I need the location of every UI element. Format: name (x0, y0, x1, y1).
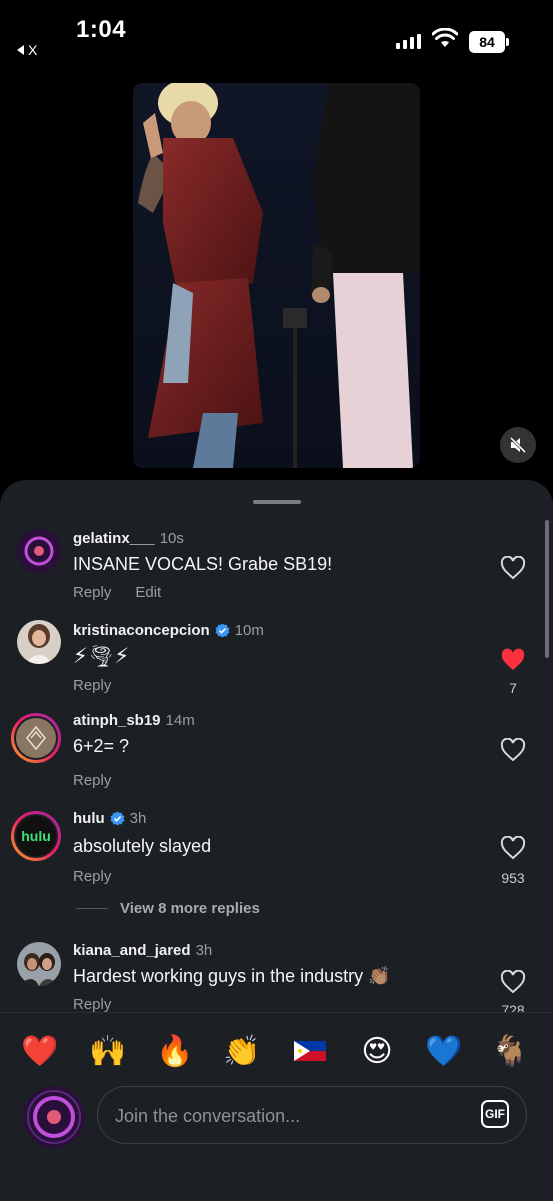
timestamp: 10s (159, 530, 184, 547)
video-frame-image (133, 83, 420, 468)
like-count: 7 (509, 680, 517, 696)
status-time: 1:04 (76, 16, 127, 43)
reply-button[interactable]: Reply (73, 996, 111, 1013)
view-more-replies-label: View 8 more replies (120, 900, 260, 917)
timestamp: 14m (165, 712, 195, 729)
heart-icon[interactable] (500, 556, 526, 580)
like-count: 953 (501, 870, 525, 886)
back-to-app-button[interactable]: X (17, 42, 37, 58)
comment-item: gelatinx___ 10s INSANE VOCALS! Grabe SB1… (0, 528, 553, 608)
quick-emoji-blue-heart[interactable]: 💙 (424, 1031, 464, 1071)
timestamp: 3h (129, 810, 147, 827)
heart-icon[interactable] (500, 738, 526, 762)
comment-item: hulu hulu 3h absolutely slayed Reply 953 (0, 808, 553, 892)
username[interactable]: kristinaconcepcion (73, 622, 210, 639)
quick-emoji-clap[interactable]: 👏 (222, 1031, 262, 1071)
heart-filled-icon[interactable] (500, 648, 526, 672)
my-avatar[interactable] (23, 1086, 85, 1148)
comment-text: INSANE VOCALS! Grabe SB19! (73, 554, 333, 574)
video-player[interactable] (133, 83, 420, 468)
comment-actions: Reply (73, 996, 111, 1013)
comment-actions: Reply (73, 772, 111, 789)
comment-item: kristinaconcepcion 10m ⚡🌪⚡ Reply 7 (0, 620, 553, 700)
comment-actions: Reply (73, 868, 111, 885)
comment-username-row: hulu 3h (73, 810, 146, 827)
reply-button[interactable]: Reply (73, 868, 111, 885)
comment-input-placeholder: Join the conversation... (115, 1106, 301, 1126)
username[interactable]: hulu (73, 810, 105, 827)
sheet-grabber[interactable] (253, 500, 301, 504)
hulu-logo-text: hulu (21, 828, 51, 844)
avatar[interactable] (17, 620, 61, 664)
cellular-signal-icon (396, 34, 421, 49)
mute-toggle-button[interactable] (500, 427, 536, 463)
quick-emoji-raised-hands[interactable]: 🙌 (88, 1031, 128, 1071)
view-more-replies-button[interactable]: View 8 more replies (76, 900, 260, 917)
timestamp: 3h (195, 942, 213, 959)
quick-emoji-bar: ❤️ 🙌 🔥 👏 😍 💙 🐐 (0, 1031, 553, 1071)
timestamp: 10m (234, 622, 264, 639)
divider (76, 908, 108, 909)
comment-actions: Reply (73, 677, 111, 694)
verified-badge-icon (215, 623, 230, 638)
heart-icon[interactable] (500, 836, 526, 860)
avatar[interactable] (17, 529, 61, 573)
quick-emoji-heart-eyes[interactable]: 😍 (357, 1031, 397, 1071)
speaker-muted-icon (509, 436, 527, 454)
comment-username-row: kiana_and_jared 3h (73, 942, 212, 959)
edit-button[interactable]: Edit (135, 584, 161, 601)
back-arrow-icon (17, 45, 24, 55)
quick-emoji-goat[interactable]: 🐐 (490, 1031, 530, 1071)
avatar[interactable] (17, 942, 61, 986)
comment-item: kiana_and_jared 3h Hardest working guys … (0, 940, 553, 1020)
avatar[interactable] (10, 712, 62, 764)
reply-button[interactable]: Reply (73, 772, 111, 789)
username[interactable]: gelatinx___ (73, 530, 155, 547)
gif-button[interactable]: GIF (481, 1100, 509, 1128)
comment-text: ⚡🌪⚡ (73, 644, 130, 668)
comment-username-row: kristinaconcepcion 10m (73, 622, 264, 639)
comment-username-row: gelatinx___ 10s (73, 530, 184, 547)
reply-button[interactable]: Reply (73, 677, 111, 694)
composer-area: ❤️ 🙌 🔥 👏 😍 💙 🐐 Join the conversation... … (0, 1012, 553, 1201)
philippines-flag-icon (294, 1041, 326, 1061)
quick-emoji-fire[interactable]: 🔥 (155, 1031, 195, 1071)
username[interactable]: atinph_sb19 (73, 712, 161, 729)
reply-button[interactable]: Reply (73, 584, 111, 601)
comment-text: Hardest working guys in the industry 👏🏽 (73, 966, 391, 986)
comment-actions: Reply Edit (73, 584, 161, 601)
back-app-label: X (28, 42, 38, 58)
heart-icon[interactable] (500, 970, 526, 994)
comment-text: 6+2= ? (73, 736, 130, 756)
verified-badge-icon (110, 811, 125, 826)
quick-emoji-heart[interactable]: ❤️ (20, 1031, 60, 1071)
comment-item: atinph_sb19 14m 6+2= ? Reply (0, 712, 553, 792)
comment-username-row: atinph_sb19 14m (73, 712, 195, 729)
quick-emoji-ph-flag[interactable] (290, 1031, 330, 1071)
comment-input[interactable]: Join the conversation... GIF (97, 1086, 527, 1144)
battery-indicator: 84 (469, 31, 509, 53)
avatar[interactable]: hulu (10, 810, 62, 862)
comment-text: absolutely slayed (73, 836, 212, 856)
username[interactable]: kiana_and_jared (73, 942, 191, 959)
status-bar: 1:04 X 84 (0, 0, 553, 70)
wifi-icon (432, 28, 458, 47)
